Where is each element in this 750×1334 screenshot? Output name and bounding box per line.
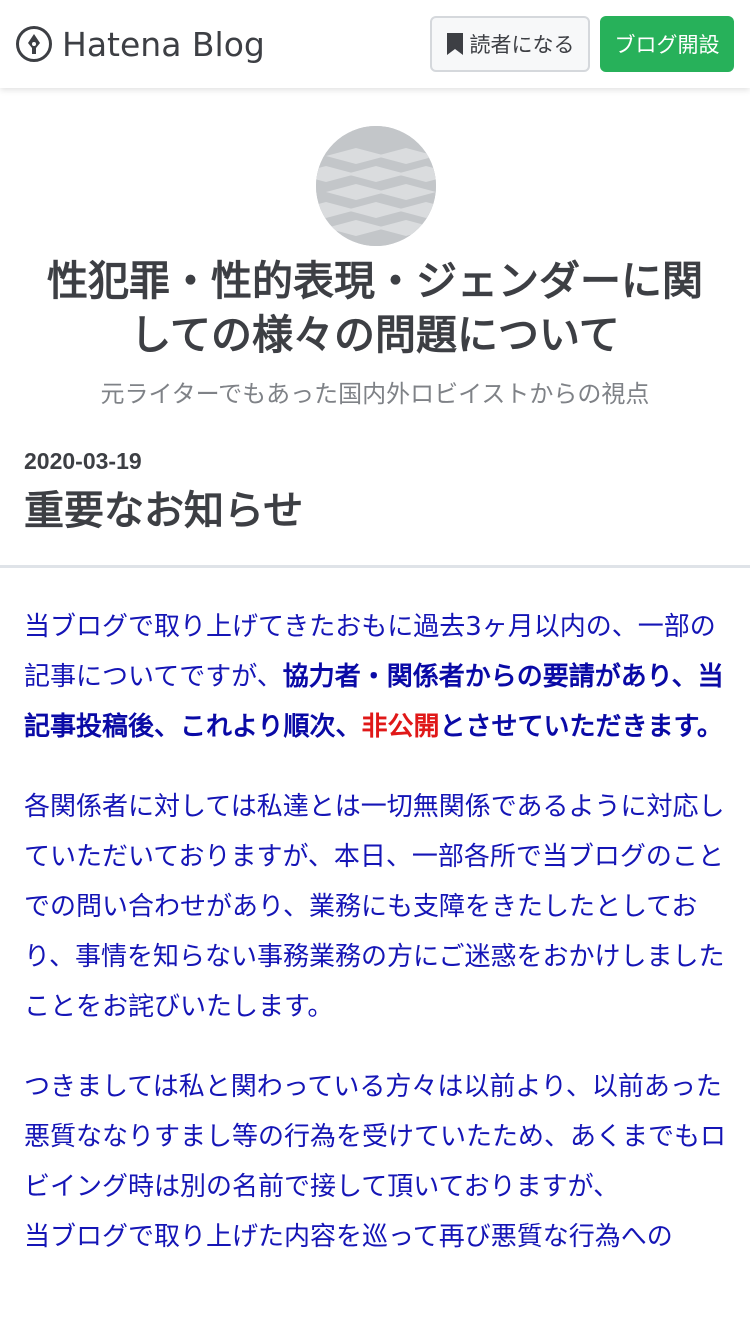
paragraph-2: 各関係者に対しては私達とは一切無関係であるように対応していただいておりますが、本… bbox=[24, 792, 725, 1022]
bookmark-icon bbox=[446, 33, 463, 55]
paragraph-3-text: つきましては私と関わっている方々は以前より、以前あった悪質ななりすまし等の行為を… bbox=[24, 1072, 727, 1202]
paragraph-4-text: 当ブログで取り上げた内容を巡って再び悪質な行為への bbox=[24, 1222, 673, 1252]
blog-avatar[interactable] bbox=[316, 126, 436, 246]
blog-title[interactable]: 性犯罪・性的表現・ジェンダーに関 しての様々の問題について bbox=[20, 254, 730, 362]
private-emphasis: 非公開 bbox=[361, 712, 440, 742]
subscribe-label: 読者になる bbox=[469, 33, 575, 57]
pen-nib-icon bbox=[16, 26, 52, 62]
logo-text: Hatena Blog bbox=[62, 24, 265, 64]
paragraph-3: つきましては私と関わっている方々は以前より、以前あった悪質ななりすまし等の行為を… bbox=[24, 1062, 729, 1262]
entry-date[interactable]: 2020-03-19 bbox=[24, 448, 142, 475]
subscribe-button[interactable]: 読者になる bbox=[430, 16, 590, 72]
blog-title-line-1: 性犯罪・性的表現・ジェンダーに関 bbox=[47, 257, 703, 305]
hatena-blog-logo[interactable]: Hatena Blog bbox=[16, 24, 265, 64]
open-blog-button[interactable]: ブログ開設 bbox=[600, 16, 734, 72]
divider bbox=[0, 565, 750, 568]
paragraph-1-emphasis-end: とさせていただきます。 bbox=[439, 712, 723, 742]
blog-description: 元ライターでもあった国内外ロビイストからの視点 bbox=[100, 380, 650, 408]
paragraph-1: 当ブログで取り上げてきたおもに過去3ヶ月以内の、一部の記事についてですが、協力者… bbox=[24, 602, 729, 752]
entry-body: 当ブログで取り上げてきたおもに過去3ヶ月以内の、一部の記事についてですが、協力者… bbox=[24, 602, 729, 1262]
top-bar: Hatena Blog 読者になる ブログ開設 bbox=[0, 0, 750, 88]
entry-title[interactable]: 重要なお知らせ bbox=[24, 478, 303, 536]
blog-title-line-2: しての様々の問題について bbox=[130, 311, 620, 359]
open-blog-label: ブログ開設 bbox=[614, 33, 720, 57]
diamond-pattern-icon bbox=[316, 126, 436, 246]
